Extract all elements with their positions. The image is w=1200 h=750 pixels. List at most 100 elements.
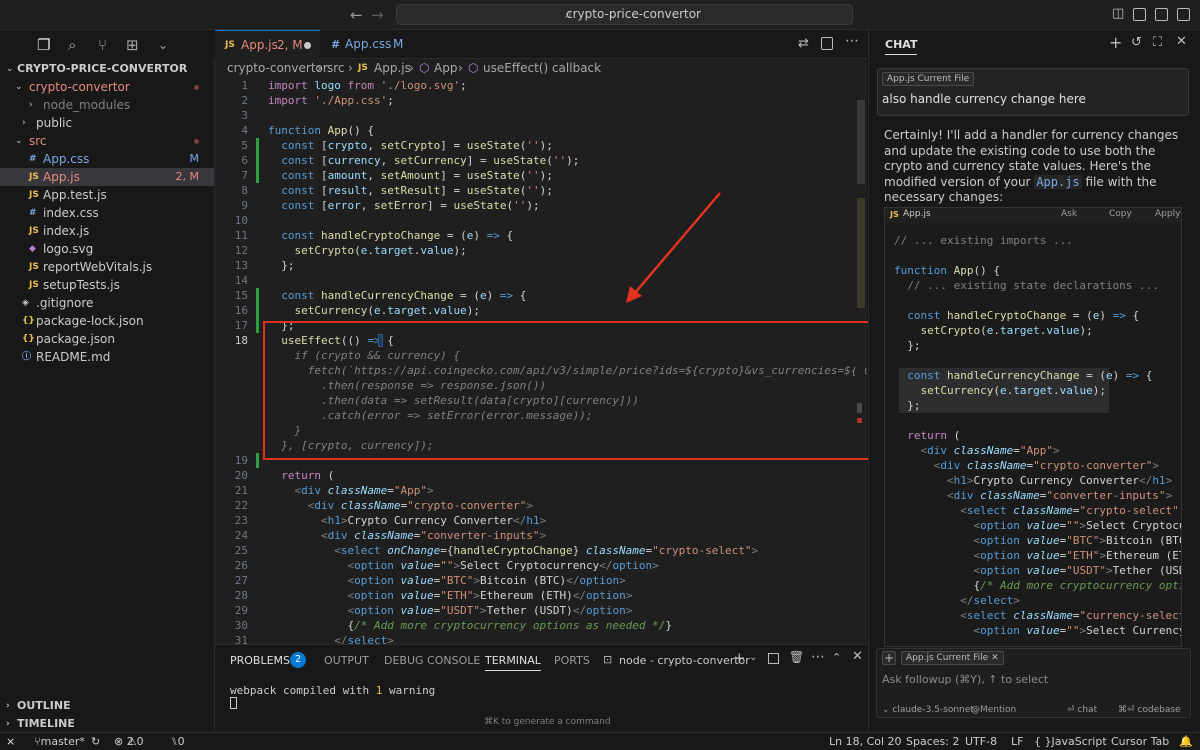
cursor-position[interactable]: Ln 18, Col 20: [829, 733, 902, 750]
tree-folder[interactable]: ⌄ src: [0, 132, 214, 150]
more-actions-icon[interactable]: ⋯: [845, 33, 859, 49]
method-icon: ⬡: [468, 61, 479, 75]
tree-file[interactable]: # index.css: [0, 204, 214, 222]
toggle-panel-icon[interactable]: [1155, 8, 1168, 21]
maximize-panel-icon[interactable]: ⌃: [832, 651, 841, 664]
encoding[interactable]: UTF-8: [965, 733, 997, 750]
notifications-icon[interactable]: 🔔: [1179, 733, 1193, 750]
ask-button[interactable]: Ask: [1061, 209, 1077, 219]
tree-file[interactable]: ◈ .gitignore: [0, 294, 214, 312]
breadcrumb-src[interactable]: src: [327, 59, 345, 78]
chat-input-placeholder[interactable]: Ask followup (⌘Y), ↑ to select: [882, 673, 1048, 686]
new-chat-icon[interactable]: +: [1109, 33, 1122, 52]
compare-changes-icon[interactable]: ⇄: [798, 36, 809, 51]
breadcrumb-symbol[interactable]: App: [434, 59, 457, 78]
history-icon[interactable]: ↺: [1131, 35, 1142, 50]
tree-folder[interactable]: ⌄ crypto-convertor: [0, 78, 214, 96]
unsaved-dot-icon[interactable]: [304, 42, 311, 49]
codebase-submit-button[interactable]: ⌘⏎ codebase: [1118, 705, 1181, 715]
breadcrumb-separator: ›: [348, 61, 353, 75]
tree-file[interactable]: # App.css M: [0, 150, 214, 168]
apply-button[interactable]: Apply: [1155, 209, 1180, 219]
indentation[interactable]: Spaces: 2: [906, 733, 959, 750]
tree-item-label: App.test.js: [43, 188, 107, 202]
tree-item-label: node_modules: [43, 98, 131, 112]
chevron-down-icon[interactable]: ⌄: [158, 38, 168, 52]
tree-file[interactable]: JS setupTests.js: [0, 276, 214, 294]
terminal-selector[interactable]: node - crypto-convertor: [619, 654, 750, 667]
cursor-tab-status[interactable]: Cursor Tab: [1111, 733, 1169, 750]
command-center[interactable]: ⌕ crypto-price-convertor: [396, 4, 853, 25]
input-context-pill[interactable]: App.js Current File ✕: [901, 651, 1004, 665]
git-added-marker: [256, 453, 259, 468]
split-terminal-icon[interactable]: [768, 653, 779, 664]
editor-tabs: JS App.js 2, M # App.css M ⇄ ⋯: [215, 30, 867, 59]
user-message[interactable]: App.js Current File also handle currency…: [877, 68, 1189, 116]
extensions-icon[interactable]: ⊞: [126, 36, 139, 54]
mention-button[interactable]: @Mention: [971, 705, 1016, 715]
context-pill[interactable]: App.js Current File: [882, 72, 975, 86]
tab-terminal[interactable]: TERMINAL: [485, 654, 541, 671]
git-file-icon: ◈: [22, 298, 29, 308]
tab-output[interactable]: OUTPUT: [324, 654, 369, 667]
tree-folder[interactable]: › node_modules: [0, 96, 214, 114]
add-context-icon[interactable]: +: [882, 651, 896, 665]
tree-file[interactable]: JS index.js: [0, 222, 214, 240]
copy-button[interactable]: Copy: [1109, 209, 1132, 219]
source-control-icon[interactable]: ⑂: [98, 36, 107, 54]
problems-badge: 2: [290, 652, 306, 668]
close-icon[interactable]: ✕: [1176, 34, 1187, 49]
tree-file[interactable]: {} package.json: [0, 330, 214, 348]
timeline-section[interactable]: › TIMELINE: [0, 715, 214, 733]
breadcrumb-folder[interactable]: crypto-convertor: [227, 59, 328, 78]
outline-section[interactable]: › OUTLINE: [0, 697, 214, 715]
sync-icon[interactable]: ↻: [91, 733, 100, 750]
branch-indicator[interactable]: ⑂ master*: [34, 733, 85, 750]
model-selector[interactable]: ⌄ claude-3.5-sonnet: [882, 705, 974, 715]
tree-item-label: package-lock.json: [36, 314, 144, 328]
search-icon: ⌕: [565, 7, 572, 21]
breadcrumb-callback[interactable]: useEffect() callback: [483, 59, 601, 78]
maximize-icon[interactable]: ⛶: [1153, 35, 1162, 50]
more-actions-icon[interactable]: ⋯: [811, 649, 825, 665]
toggle-secondary-sidebar-icon[interactable]: [1177, 8, 1190, 21]
chevron-right-icon: ›: [22, 118, 26, 128]
breadcrumb-separator: ›: [317, 61, 322, 75]
git-added-marker: [256, 138, 259, 183]
ports-indicator[interactable]: ⑊ 0: [171, 733, 185, 750]
toggle-sidebar-icon[interactable]: [1133, 8, 1146, 21]
chat-input-box[interactable]: + App.js Current File ✕ Ask followup (⌘Y…: [876, 648, 1191, 718]
split-editor-icon[interactable]: [821, 37, 833, 50]
tree-file[interactable]: JS App.js 2, M: [0, 168, 214, 186]
annotation-arrow-icon: [626, 192, 721, 303]
tab-ports[interactable]: PORTS: [554, 654, 590, 667]
customize-layout-icon[interactable]: ◫: [1112, 6, 1125, 21]
chat-submit-button[interactable]: ⏎ chat: [1067, 705, 1097, 715]
terminal-cursor: [230, 697, 237, 709]
chevron-down-icon[interactable]: ⌄: [749, 652, 757, 663]
tab-debug-console[interactable]: DEBUG CONSOLE: [384, 654, 480, 667]
explorer-root[interactable]: ⌄ CRYPTO-PRICE-CONVERTOR: [0, 60, 214, 78]
remote-icon[interactable]: ⨯: [6, 733, 15, 750]
tree-folder[interactable]: › public: [0, 114, 214, 132]
trash-icon[interactable]: 🗑: [789, 650, 804, 664]
tab-app-js[interactable]: JS App.js 2, M: [215, 30, 320, 59]
forward-arrow-icon[interactable]: →: [371, 6, 384, 24]
problems-indicator[interactable]: ⊗ 2 ⚠ 0: [114, 733, 144, 750]
explorer-icon[interactable]: ❐: [37, 36, 50, 54]
tree-file[interactable]: {} package-lock.json: [0, 312, 214, 330]
breadcrumb-file[interactable]: App.js: [374, 59, 411, 78]
js-file-icon: JS: [29, 172, 39, 182]
close-icon[interactable]: ✕: [852, 649, 863, 664]
search-icon[interactable]: ⌕: [68, 36, 76, 54]
new-terminal-icon[interactable]: +: [733, 649, 746, 667]
language-mode[interactable]: { } JavaScript: [1034, 733, 1107, 750]
tree-file[interactable]: ⓘ README.md: [0, 348, 214, 366]
line-endings[interactable]: LF: [1011, 733, 1023, 750]
back-arrow-icon[interactable]: ←: [350, 6, 363, 24]
tab-app-css[interactable]: # App.css M: [321, 30, 416, 59]
tree-file[interactable]: JS App.test.js: [0, 186, 214, 204]
tab-problems[interactable]: PROBLEMS: [230, 654, 290, 667]
tree-file[interactable]: ◆ logo.svg: [0, 240, 214, 258]
tree-file[interactable]: JS reportWebVitals.js: [0, 258, 214, 276]
